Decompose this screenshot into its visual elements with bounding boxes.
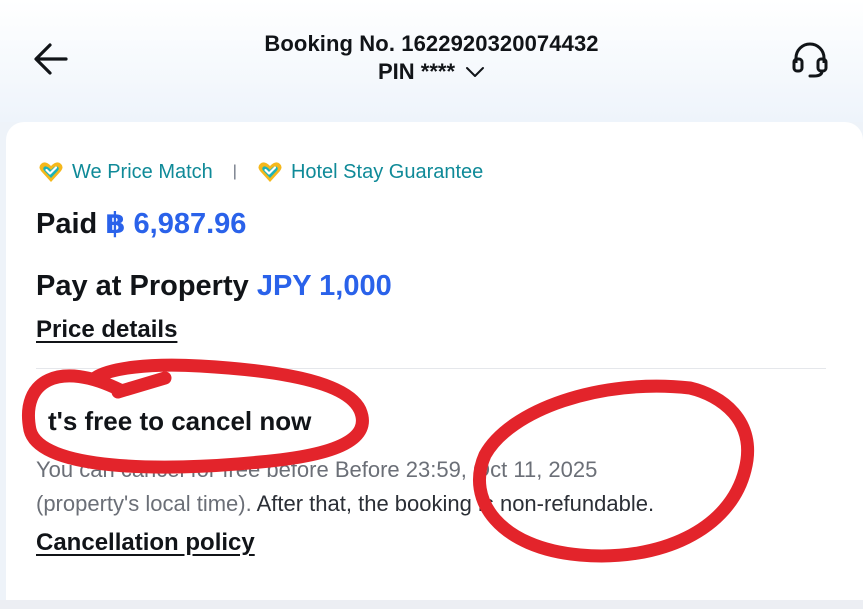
price-match-badge[interactable]: We Price Match — [38, 160, 213, 184]
pin-label: PIN **** — [377, 59, 456, 84]
header-title-block: Booking No. 1622920320074432 PIN **** — [0, 30, 863, 86]
bottom-strip — [0, 600, 863, 609]
section-divider — [36, 368, 826, 369]
headset-icon — [792, 42, 828, 78]
cancellation-deadline-text: You can cancel for free before Before 23… — [36, 457, 598, 482]
paid-amount: ฿ 6,987.96 — [105, 208, 247, 240]
booking-summary-card: We Price Match | Hotel Stay Guarantee Pa… — [6, 122, 863, 604]
free-cancel-title: t's free to cancel now — [48, 406, 312, 436]
price-match-label: We Price Match — [72, 160, 213, 183]
heart-check-icon — [39, 162, 63, 182]
pin-toggle[interactable]: PIN **** — [378, 58, 485, 86]
cancellation-description: You can cancel for free before Before 23… — [36, 453, 836, 521]
pay-at-property-label: Pay at Property — [36, 270, 249, 302]
booking-header: Booking No. 1622920320074432 PIN **** — [0, 0, 863, 122]
guarantee-badges: We Price Match | Hotel Stay Guarantee — [38, 160, 483, 184]
paid-label: Paid — [36, 208, 98, 240]
booking-number: Booking No. 1622920320074432 — [264, 31, 599, 56]
pay-at-property-amount: JPY 1,000 — [256, 270, 392, 302]
hotel-stay-guarantee-badge[interactable]: Hotel Stay Guarantee — [257, 160, 483, 184]
non-refundable-note: After that, the booking is non-refundabl… — [251, 491, 655, 516]
paid-row: Paid ฿ 6,987.96 — [36, 206, 246, 242]
chevron-down-icon — [466, 67, 485, 77]
hotel-stay-guarantee-label: Hotel Stay Guarantee — [290, 160, 484, 183]
heart-check-icon — [258, 162, 282, 182]
badge-separator: | — [232, 163, 237, 180]
support-button[interactable] — [787, 36, 833, 82]
cancellation-policy-link[interactable]: Cancellation policy — [36, 529, 255, 557]
price-details-link[interactable]: Price details — [36, 316, 177, 344]
local-time-note: (property's local time). — [36, 491, 252, 516]
pay-at-property-row: Pay at Property JPY 1,000 — [36, 268, 392, 304]
